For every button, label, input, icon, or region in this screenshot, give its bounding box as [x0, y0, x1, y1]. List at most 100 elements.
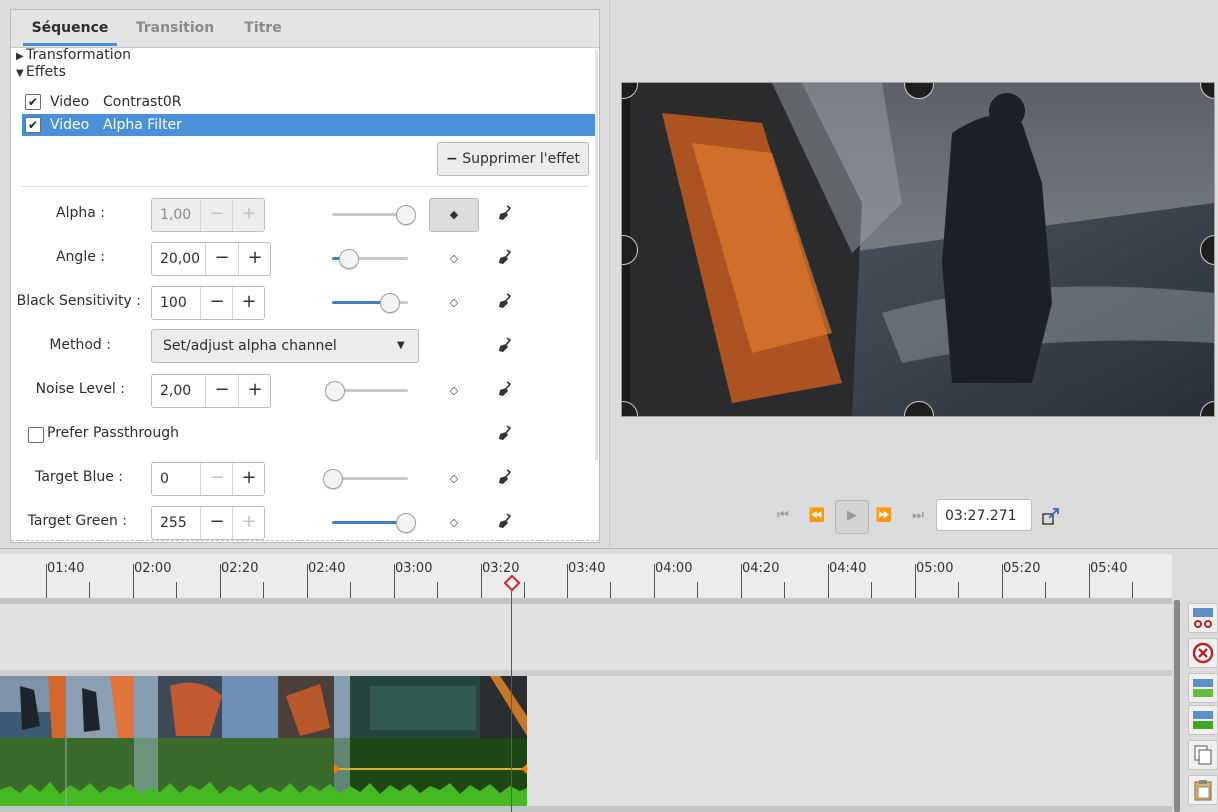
reset-broom-icon[interactable] — [497, 205, 513, 221]
alpha-spinbox[interactable]: 1,00 − + — [151, 198, 265, 232]
target-green-slider-fill — [332, 521, 404, 524]
paste-button[interactable] — [1188, 775, 1218, 805]
scissors-film-icon — [1193, 608, 1213, 628]
ruler-minor-tick — [350, 582, 351, 598]
panel-scrollbar[interactable] — [595, 50, 598, 460]
overwrite-clip-button[interactable] — [1188, 705, 1218, 735]
reset-broom-icon[interactable] — [497, 293, 513, 309]
remove-effect-label: Supprimer l'effet — [462, 151, 580, 167]
noise-level-slider-handle[interactable] — [325, 381, 345, 401]
target-green-spinbox[interactable]: 255 − + — [151, 506, 265, 540]
timeline-ruler[interactable]: 01:40 02:00 02:20 02:40 03:00 03:20 03:40 04:00… — [0, 554, 1172, 604]
tab-sequence[interactable]: Séquence — [23, 10, 117, 46]
increment-icon[interactable]: + — [232, 507, 265, 539]
decrement-icon[interactable]: − — [200, 507, 233, 539]
reset-broom-icon[interactable] — [497, 337, 513, 353]
timeline-scrollbar[interactable] — [0, 806, 1172, 812]
effect-type: Video — [50, 117, 90, 133]
ruler-minor-tick — [89, 582, 90, 598]
tree-transformation[interactable]: ▶ Transformation — [16, 47, 131, 63]
target-blue-slider[interactable] — [332, 477, 408, 480]
delete-icon — [1192, 642, 1214, 664]
empty-track[interactable] — [0, 604, 1172, 670]
insert-clip-button[interactable] — [1188, 673, 1218, 703]
expand-down-icon: ▼ — [16, 68, 24, 79]
alpha-slider-handle[interactable] — [396, 205, 416, 225]
decrement-icon[interactable]: − — [205, 375, 238, 407]
black-sensitivity-spinbox[interactable]: 100 − + — [151, 286, 265, 320]
reset-broom-icon[interactable] — [497, 249, 513, 265]
ruler-minor-tick — [524, 582, 525, 598]
tab-transition[interactable]: Transition — [127, 10, 223, 46]
target-blue-spinbox[interactable]: 0 − + — [151, 462, 265, 496]
reset-broom-icon[interactable] — [497, 381, 513, 397]
audio-clip-strip[interactable] — [0, 738, 527, 806]
target-green-slider-handle[interactable] — [396, 513, 416, 533]
prefer-passthrough-label: Prefer Passthrough — [47, 425, 179, 441]
method-selected-value: Set/adjust alpha channel — [163, 338, 337, 354]
play-button[interactable]: ▶ — [835, 500, 869, 534]
go-to-start-icon[interactable]: ⏮ — [768, 501, 798, 531]
keyframe-icon[interactable]: ◇ — [444, 516, 464, 529]
reset-broom-icon[interactable] — [497, 469, 513, 485]
keyframe-icon[interactable]: ◇ — [444, 252, 464, 265]
play-icon: ▶ — [847, 508, 857, 523]
increment-icon[interactable]: + — [238, 243, 271, 275]
effect-row-contrast0r[interactable]: ✔ Video Contrast0R — [22, 91, 598, 113]
video-preview[interactable] — [621, 82, 1215, 417]
clip-thumbnails — [0, 676, 527, 738]
rewind-icon[interactable]: ⏪ — [802, 501, 832, 531]
ruler-minor-tick — [1132, 582, 1133, 598]
alpha-keyframe-button[interactable]: ◆ — [429, 198, 479, 232]
fast-forward-icon[interactable]: ⏩ — [869, 501, 899, 531]
param-label-angle: Angle : — [55, 249, 105, 265]
timecode-field[interactable]: 03:27.271 — [936, 499, 1032, 531]
video-clip-strip[interactable] — [0, 676, 527, 738]
ruler-label: 03:20 — [482, 561, 520, 576]
method-dropdown[interactable]: Set/adjust alpha channel ▼ — [151, 329, 419, 363]
ruler-label: 04:00 — [655, 561, 693, 576]
increment-icon[interactable]: + — [232, 287, 265, 319]
keyframe-icon[interactable]: ◇ — [444, 296, 464, 309]
effect-row-alpha-filter[interactable]: ✔ Video Alpha Filter — [22, 114, 598, 136]
remove-effect-button[interactable]: − Supprimer l'effet — [437, 142, 589, 176]
increment-icon[interactable]: + — [238, 375, 271, 407]
decrement-icon[interactable]: − — [205, 243, 238, 275]
timeline-divider[interactable] — [0, 548, 1218, 549]
increment-icon[interactable]: + — [232, 463, 265, 495]
detach-monitor-icon[interactable] — [1041, 506, 1061, 526]
ruler-label: 02:00 — [134, 561, 172, 576]
angle-slider-handle[interactable] — [339, 249, 359, 269]
ruler-label: 05:00 — [916, 561, 954, 576]
effect-enable-checkbox[interactable]: ✔ — [25, 117, 41, 133]
panel-divider[interactable] — [609, 0, 610, 548]
decrement-icon[interactable]: − — [200, 199, 233, 231]
prefer-passthrough-checkbox[interactable] — [28, 427, 44, 443]
film-overwrite-icon — [1193, 711, 1213, 729]
copy-button[interactable] — [1188, 740, 1218, 770]
noise-level-spinbox[interactable]: 2,00 − + — [151, 374, 271, 408]
increment-icon[interactable]: + — [232, 199, 265, 231]
playhead-line[interactable] — [511, 582, 512, 812]
tab-title[interactable]: Titre — [233, 10, 293, 46]
black-sensitivity-slider-handle[interactable] — [380, 293, 400, 313]
effect-enable-checkbox[interactable]: ✔ — [25, 94, 41, 110]
delete-clip-button[interactable] — [1188, 638, 1218, 668]
split-clip-button[interactable] — [1188, 603, 1218, 633]
film-add-icon — [1193, 679, 1213, 697]
keyframe-icon[interactable]: ◇ — [444, 472, 464, 485]
go-to-end-icon[interactable]: ⏭ — [903, 501, 933, 531]
reset-broom-icon[interactable] — [497, 513, 513, 529]
ruler-minor-tick — [1045, 582, 1046, 598]
track-resize-handle[interactable] — [1174, 600, 1180, 812]
param-label-target-green: Target Green : — [27, 513, 127, 529]
decrement-icon[interactable]: − — [200, 287, 233, 319]
effect-type: Video — [50, 94, 90, 110]
effect-name: Alpha Filter — [103, 117, 182, 133]
angle-spinbox[interactable]: 20,00 − + — [151, 242, 271, 276]
target-blue-slider-handle[interactable] — [323, 469, 343, 489]
decrement-icon[interactable]: − — [200, 463, 233, 495]
keyframe-icon[interactable]: ◇ — [444, 384, 464, 397]
reset-broom-icon[interactable] — [497, 425, 513, 441]
tree-effects[interactable]: ▼ Effets — [16, 64, 66, 80]
